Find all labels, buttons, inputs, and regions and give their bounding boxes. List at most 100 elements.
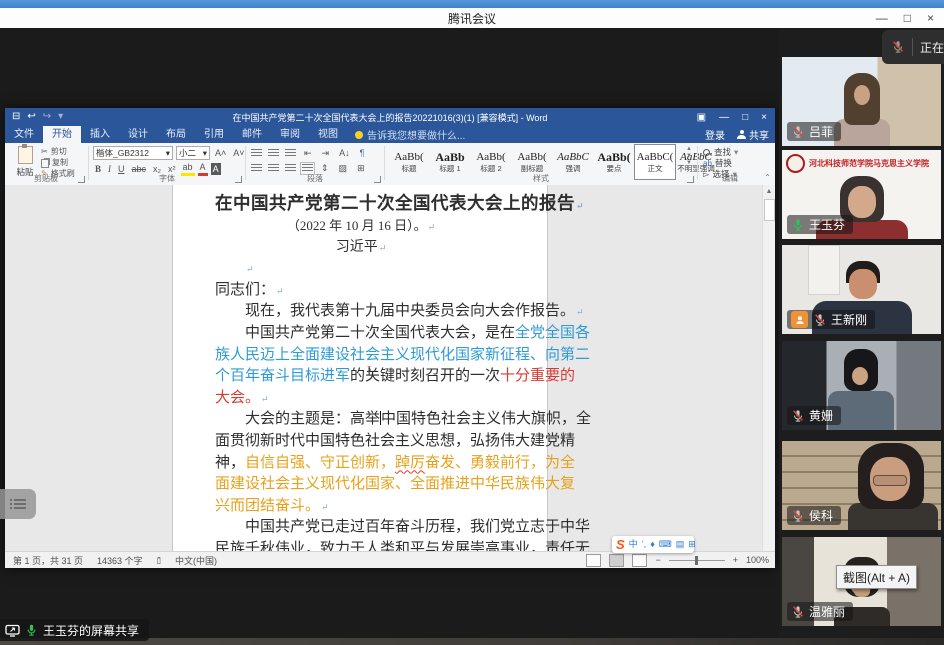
word-count[interactable]: 14363 个字 — [97, 554, 143, 567]
scroll-up-icon[interactable]: ▲ — [763, 185, 775, 198]
ribbon-tab-1[interactable]: 开始 — [43, 126, 81, 143]
mic-muted-icon — [791, 605, 805, 619]
web-layout-icon[interactable] — [632, 554, 647, 567]
ime-mic-icon[interactable]: ♦ — [650, 536, 655, 553]
word-window: ⊟ ↩ ↪ ▾ 在中国共产党第二十次全国代表大会上的报告20221016(3)(… — [5, 108, 775, 568]
find-button[interactable]: 查找▾ — [703, 147, 738, 158]
ime-toolbox-icon[interactable]: ▤ — [676, 536, 685, 553]
font-group-label: 字体 — [90, 173, 244, 184]
word-minimize-icon[interactable]: — — [719, 112, 729, 123]
vertical-scrollbar[interactable]: ▲ — [762, 185, 775, 552]
page-indicator[interactable]: 第 1 页，共 31 页 — [13, 554, 83, 567]
ribbon-tab-0[interactable]: 文件 — [5, 126, 43, 143]
doc-run: 面贯彻新时代中国特色社会主义思想，弘扬伟大建党精 — [215, 433, 575, 449]
participant-tile[interactable]: 王新刚 — [782, 245, 941, 334]
scrollbar-thumb[interactable] — [764, 199, 775, 221]
replace-button[interactable]: ab 替换 — [703, 158, 732, 169]
copy-button[interactable]: 复制 — [41, 158, 75, 168]
word-close-icon[interactable]: × — [761, 112, 767, 123]
numbering-icon[interactable] — [268, 149, 279, 158]
ribbon-tab-2[interactable]: 插入 — [81, 126, 119, 143]
font-size-combobox[interactable]: 小二▾ — [176, 146, 210, 160]
styles-group-label: 样式 — [386, 173, 696, 184]
tell-me-box[interactable]: 告诉我您想要做什么... — [355, 127, 465, 142]
participant-name: 王新刚 — [831, 311, 867, 328]
ribbon-tab-3[interactable]: 设计 — [119, 126, 157, 143]
minimize-icon[interactable]: — — [876, 8, 888, 28]
align-left-icon[interactable] — [251, 164, 262, 173]
styles-more-icon[interactable]: ▼̲ — [686, 160, 692, 166]
doc-run: 同志们： — [215, 282, 275, 298]
ribbon-display-icon[interactable]: ▣ — [697, 112, 706, 123]
ime-keyboard-icon[interactable]: ⌨ — [659, 536, 672, 553]
participant-tile[interactable]: 侯科 — [782, 441, 941, 530]
cut-button[interactable]: ✂剪切 — [41, 147, 75, 157]
align-center-icon[interactable] — [268, 164, 279, 173]
collapse-ribbon-icon[interactable]: ⌃ — [764, 173, 771, 182]
font-dialog-launcher[interactable] — [235, 176, 242, 183]
screenshot-tooltip: 截图(Alt + A) — [836, 565, 917, 589]
word-titlebar: ⊟ ↩ ↪ ▾ 在中国共产党第二十次全国代表大会上的报告20221016(3)(… — [5, 108, 775, 126]
zoom-slider[interactable] — [669, 560, 725, 561]
ime-logo[interactable]: S — [616, 536, 625, 553]
doc-run: 自信自强、守正创新， — [245, 455, 395, 471]
editing-group-label: 编辑 — [699, 173, 761, 184]
save-icon[interactable]: ⊟ — [12, 108, 20, 126]
increase-indent-icon[interactable]: ⇥ — [320, 147, 332, 159]
zoom-in-icon[interactable]: + — [733, 555, 738, 565]
ribbon-tab-6[interactable]: 邮件 — [233, 126, 271, 143]
ime-punctuation-icon[interactable]: ’, — [642, 536, 647, 553]
justify-icon[interactable] — [302, 164, 313, 173]
redo-icon[interactable]: ↪ — [43, 108, 51, 126]
sort-icon[interactable]: A↓ — [337, 147, 352, 159]
panel-handle[interactable] — [0, 489, 36, 519]
zoom-level[interactable]: 100% — [746, 555, 769, 565]
ime-grid-icon[interactable]: ⊞ — [688, 536, 696, 553]
ime-mode-button[interactable]: 中 — [629, 536, 638, 553]
paragraph-dialog-launcher[interactable] — [374, 176, 381, 183]
clipboard-dialog-launcher[interactable] — [78, 176, 85, 183]
bullets-icon[interactable] — [251, 149, 262, 158]
zoom-slider-thumb[interactable] — [695, 556, 698, 565]
sign-in-button[interactable]: 登录 — [705, 127, 725, 142]
share-button[interactable]: 共享 — [737, 127, 769, 142]
language-indicator[interactable]: 中文(中国) — [175, 554, 217, 567]
word-status-bar: 第 1 页，共 31 页 14363 个字 ▯̈ 中文(中国) − + 100% — [5, 551, 775, 568]
doc-line: 神，自信自强、守正创新，踔厉奋发、勇毅前行，为全 — [215, 453, 507, 475]
document-canvas: 在中国共产党第二十次全国代表大会上的报告↵（2022 年 10 月 16 日）。… — [5, 185, 763, 552]
styles-scroll-up-icon[interactable]: ▲ — [686, 146, 692, 152]
word-restore-icon[interactable]: □ — [742, 112, 748, 123]
zoom-out-icon[interactable]: − — [655, 555, 660, 565]
doc-run: 面建设社会主义现代化国家、全面推进中华民族伟大复 — [215, 476, 575, 492]
grow-font-button[interactable]: A˄ — [213, 147, 228, 159]
styles-dialog-launcher[interactable] — [687, 176, 694, 183]
ime-toolbar[interactable]: S 中 ’, ♦ ⌨ ▤ ⊞ — [612, 536, 694, 553]
font-name-combobox[interactable]: 楷体_GB2312▾ — [93, 146, 173, 160]
maximize-icon[interactable]: □ — [904, 8, 911, 28]
ribbon-tab-7[interactable]: 审阅 — [271, 126, 309, 143]
meeting-float-toolbar[interactable]: 正在 — [882, 30, 944, 64]
styles-scroll-down-icon[interactable]: ▼ — [686, 153, 692, 159]
print-layout-icon[interactable] — [609, 554, 624, 567]
ribbon-tab-8[interactable]: 视图 — [309, 126, 347, 143]
participant-tile[interactable]: 河北科技师范学院马克思主义学院 王玉芬 — [782, 150, 941, 239]
screen-share-badge[interactable]: 王玉芬的屏幕共享 — [0, 619, 149, 641]
show-marks-icon[interactable]: ¶ — [358, 147, 367, 159]
qat-customize-icon[interactable]: ▾ — [58, 108, 63, 126]
doc-run: 中国共产党第二十次全国代表大会，是在 — [245, 325, 515, 341]
multilevel-list-icon[interactable] — [285, 149, 296, 158]
decrease-indent-icon[interactable]: ⇤ — [302, 147, 314, 159]
align-right-icon[interactable] — [285, 164, 296, 173]
participant-name: 黄姗 — [809, 407, 833, 424]
ribbon-tab-4[interactable]: 布局 — [157, 126, 195, 143]
ribbon-tab-5[interactable]: 引用 — [195, 126, 233, 143]
participant-tile[interactable]: 吕菲 — [782, 57, 941, 146]
close-icon[interactable]: × — [927, 8, 934, 28]
proofing-icon[interactable]: ▯̈ — [157, 556, 161, 565]
participant-tile[interactable]: 黄姗 — [782, 341, 941, 430]
undo-icon[interactable]: ↩ — [27, 108, 35, 126]
read-mode-icon[interactable] — [586, 554, 601, 567]
doc-run: 兴而团结奋斗。 — [215, 498, 320, 514]
document-page[interactable]: 在中国共产党第二十次全国代表大会上的报告↵（2022 年 10 月 16 日）。… — [172, 185, 548, 552]
doc-run: 全党全国各 — [515, 325, 590, 341]
